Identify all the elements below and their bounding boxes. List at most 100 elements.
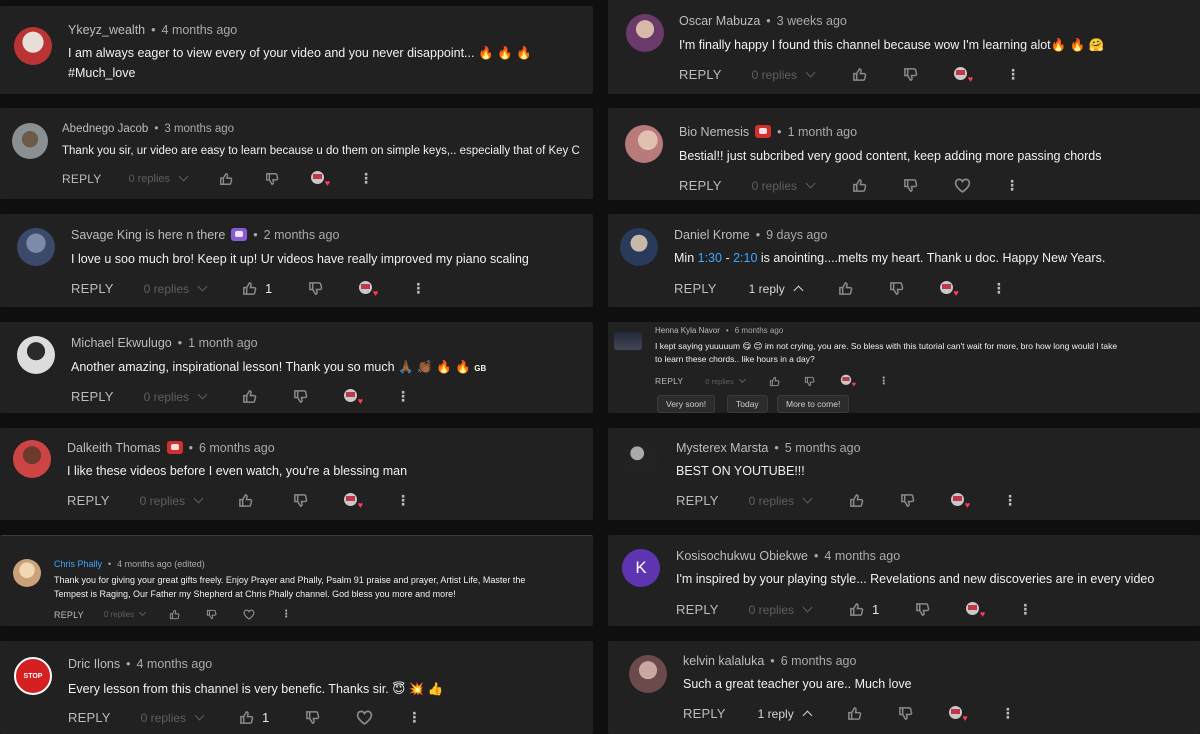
comment-time[interactable]: 1 month ago — [788, 125, 858, 139]
comment-time[interactable]: 4 months ago — [824, 549, 900, 563]
reply-button[interactable]: REPLY — [62, 172, 101, 186]
heart-outline-icon[interactable] — [243, 609, 255, 620]
author-name[interactable]: Daniel Krome — [674, 228, 750, 242]
comment-time[interactable]: 5 months ago — [785, 441, 861, 455]
author-name[interactable]: Bio Nemesis — [679, 125, 749, 139]
avatar[interactable] — [620, 228, 658, 266]
thumbs-down-icon[interactable] — [903, 178, 918, 193]
replies-toggle[interactable]: 0 replies — [144, 390, 208, 404]
timestamp-link[interactable]: 1:30 — [698, 251, 722, 265]
thumbs-down-icon[interactable] — [293, 389, 308, 404]
thumbs-down-icon[interactable] — [206, 609, 217, 620]
creator-heart-icon[interactable]: ♥ — [954, 66, 973, 83]
more-options-icon[interactable]: ⋮ — [1018, 601, 1032, 618]
reply-button[interactable]: REPLY — [679, 178, 722, 193]
more-options-icon[interactable]: ⋮ — [879, 376, 889, 387]
creator-heart-icon[interactable]: ♥ — [951, 492, 970, 509]
more-options-icon[interactable]: ⋮ — [407, 709, 421, 726]
reply-button[interactable]: REPLY — [71, 389, 114, 404]
thumbs-up-icon[interactable] — [852, 178, 867, 193]
replies-toggle[interactable]: 0 replies — [752, 179, 816, 193]
author-name[interactable]: Michael Ekwulugo — [71, 336, 172, 350]
thumbs-up-icon[interactable] — [838, 281, 853, 296]
comment-time[interactable]: 6 months ago — [199, 441, 275, 455]
replies-toggle[interactable]: 0 replies — [749, 603, 813, 617]
creator-heart-icon[interactable]: ♥ — [840, 374, 856, 388]
thumbs-up-icon[interactable] — [242, 281, 257, 296]
avatar[interactable] — [17, 228, 55, 266]
reply-button[interactable]: REPLY — [674, 281, 717, 296]
comment-time[interactable]: 3 months ago — [164, 123, 234, 135]
thumbs-up-icon[interactable] — [242, 389, 257, 404]
author-name[interactable]: Chris Phally — [54, 559, 102, 569]
avatar[interactable] — [625, 125, 663, 163]
reply-button[interactable]: REPLY — [67, 493, 110, 508]
timestamp-link[interactable]: 2:10 — [733, 251, 757, 265]
author-name[interactable]: Henna Kyla Navor — [655, 326, 720, 335]
thumbs-up-icon[interactable] — [238, 493, 253, 508]
avatar[interactable] — [17, 336, 55, 374]
avatar[interactable]: STOP — [14, 657, 52, 695]
creator-heart-icon[interactable]: ♥ — [359, 280, 378, 297]
heart-outline-icon[interactable] — [954, 178, 971, 193]
comment-time[interactable]: 2 months ago — [264, 228, 340, 242]
creator-heart-icon[interactable]: ♥ — [948, 705, 968, 722]
replies-toggle[interactable]: 0 replies — [140, 494, 204, 508]
comment-time[interactable]: 9 days ago — [766, 228, 827, 242]
thumbs-up-icon[interactable] — [239, 710, 254, 725]
thumbs-down-icon[interactable] — [265, 172, 279, 186]
avatar[interactable] — [12, 123, 48, 159]
replies-toggle[interactable]: 0 replies — [752, 68, 816, 82]
comment-time[interactable]: 3 weeks ago — [777, 14, 847, 28]
replies-toggle[interactable]: 0 replies — [705, 375, 746, 386]
avatar[interactable]: K — [622, 549, 660, 587]
thumbs-down-icon[interactable] — [889, 281, 904, 296]
more-options-icon[interactable]: ⋮ — [396, 492, 410, 509]
replies-toggle[interactable]: 0 replies — [749, 494, 813, 508]
creator-heart-icon[interactable]: ♥ — [939, 280, 959, 297]
author-name[interactable]: Dric Ilons — [68, 657, 120, 671]
author-name[interactable]: Ykeyz_wealth — [68, 23, 145, 37]
thumbs-up-icon[interactable] — [849, 602, 864, 617]
comment-time[interactable]: 6 months ago — [735, 326, 783, 335]
thumbs-down-icon[interactable] — [308, 281, 323, 296]
author-name[interactable]: Dalkeith Thomas — [67, 441, 161, 455]
reply-button[interactable]: REPLY — [676, 493, 719, 508]
thumbs-up-icon[interactable] — [769, 376, 780, 387]
more-options-icon[interactable]: ⋮ — [1006, 66, 1020, 83]
author-name[interactable]: Savage King is here n there — [71, 228, 225, 242]
more-options-icon[interactable]: ⋮ — [1001, 705, 1015, 722]
thumbs-up-icon[interactable] — [219, 172, 233, 186]
author-name[interactable]: Mysterex Marsta — [676, 441, 768, 455]
comment-time[interactable]: 1 month ago — [188, 336, 258, 350]
more-options-icon[interactable]: ⋮ — [359, 170, 373, 187]
more-options-icon[interactable]: ⋮ — [281, 609, 291, 620]
thumbs-down-icon[interactable] — [898, 706, 913, 721]
thumbs-down-icon[interactable] — [804, 376, 815, 387]
more-options-icon[interactable]: ⋮ — [992, 280, 1006, 297]
creator-heart-icon[interactable]: ♥ — [966, 601, 985, 618]
reply-button[interactable]: REPLY — [676, 602, 719, 617]
comment-time[interactable]: 4 months ago — [136, 657, 212, 671]
suggested-reply-chip[interactable]: Very soon! — [657, 395, 716, 413]
comment-time[interactable]: 4 months ago (edited) — [117, 559, 205, 569]
comment-time[interactable]: 6 months ago — [781, 654, 857, 668]
reply-button[interactable]: REPLY — [54, 610, 84, 620]
author-name[interactable]: kelvin kalaluka — [683, 654, 764, 668]
avatar[interactable] — [13, 559, 41, 587]
reply-button[interactable]: REPLY — [679, 67, 722, 82]
replies-toggle[interactable]: 1 reply — [749, 282, 804, 296]
suggested-reply-chip[interactable]: Today — [727, 395, 768, 413]
avatar[interactable] — [13, 440, 51, 478]
avatar[interactable] — [14, 27, 52, 65]
reply-button[interactable]: REPLY — [683, 706, 726, 721]
avatar[interactable] — [614, 332, 642, 350]
replies-toggle[interactable]: 0 replies — [104, 608, 147, 619]
creator-heart-icon[interactable]: ♥ — [344, 492, 363, 509]
thumbs-up-icon[interactable] — [849, 493, 864, 508]
creator-heart-icon[interactable]: ♥ — [344, 388, 363, 405]
more-options-icon[interactable]: ⋮ — [1003, 492, 1017, 509]
reply-button[interactable]: REPLY — [71, 281, 114, 296]
replies-toggle[interactable]: 0 replies — [141, 711, 205, 725]
thumbs-down-icon[interactable] — [915, 602, 930, 617]
